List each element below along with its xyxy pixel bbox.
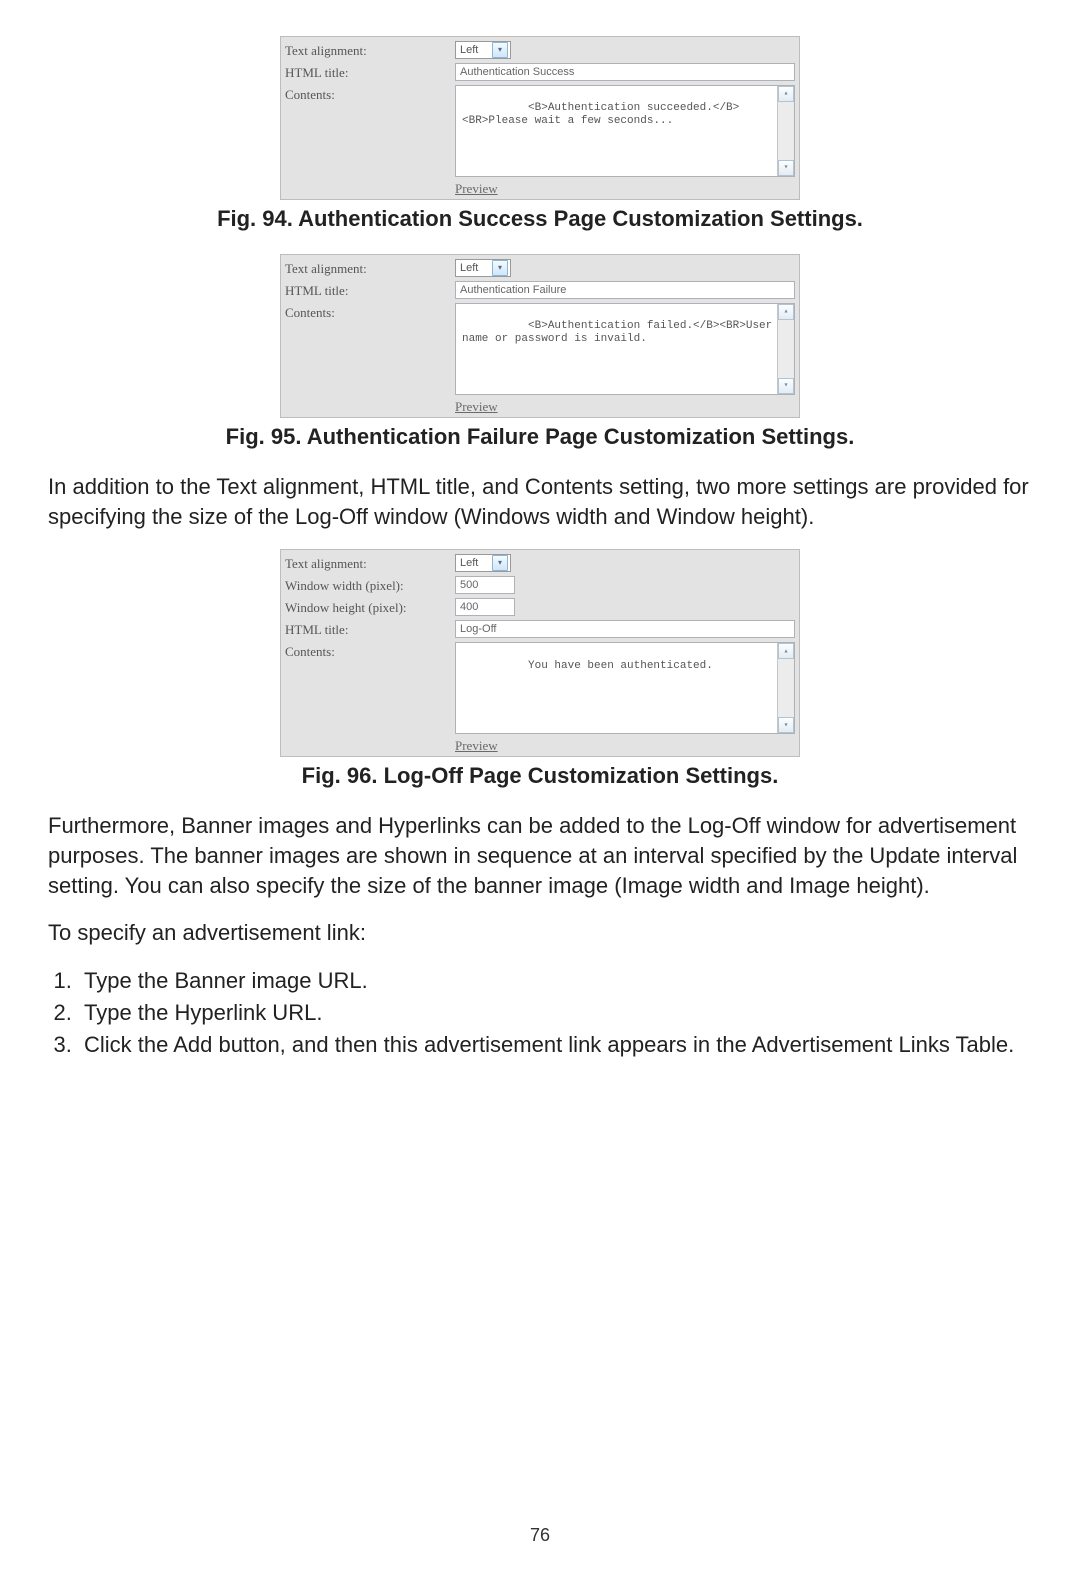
label-text-alignment: Text alignment: bbox=[285, 554, 455, 572]
contents-textarea[interactable]: <B>Authentication succeeded.</B><BR>Plea… bbox=[455, 85, 795, 177]
row-contents: Contents: You have been authenticated. ▴… bbox=[285, 642, 795, 734]
text-alignment-select[interactable]: Left ▾ bbox=[455, 259, 511, 277]
scroll-up-button[interactable]: ▴ bbox=[778, 643, 794, 659]
document-page: Text alignment: Left ▾ HTML title: Authe… bbox=[0, 0, 1080, 1570]
row-text-alignment: Text alignment: Left ▾ bbox=[285, 554, 795, 572]
label-html-title: HTML title: bbox=[285, 620, 455, 638]
chevron-down-icon: ▾ bbox=[492, 260, 508, 276]
html-title-input[interactable]: Authentication Success bbox=[455, 63, 795, 81]
paragraph-banner: Furthermore, Banner images and Hyperlink… bbox=[48, 811, 1032, 900]
figure-caption-95: Fig. 95. Authentication Failure Page Cus… bbox=[48, 424, 1032, 450]
preview-row: Preview bbox=[285, 738, 795, 754]
row-text-alignment: Text alignment: Left ▾ bbox=[285, 41, 795, 59]
row-window-width: Window width (pixel): 500 bbox=[285, 576, 795, 594]
label-text-alignment: Text alignment: bbox=[285, 41, 455, 59]
scroll-up-button[interactable]: ▴ bbox=[778, 304, 794, 320]
window-width-input[interactable]: 500 bbox=[455, 576, 515, 594]
page-number: 76 bbox=[0, 1525, 1080, 1546]
label-window-height: Window height (pixel): bbox=[285, 598, 455, 616]
contents-textarea[interactable]: You have been authenticated. ▴ ▾ bbox=[455, 642, 795, 734]
row-html-title: HTML title: Authentication Success bbox=[285, 63, 795, 81]
scroll-up-button[interactable]: ▴ bbox=[778, 86, 794, 102]
label-contents: Contents: bbox=[285, 85, 455, 103]
paragraph-ad-link-heading: To specify an advertisement link: bbox=[48, 918, 1032, 948]
ad-link-steps: Type the Banner image URL. Type the Hype… bbox=[48, 966, 1032, 1059]
auth-failure-settings-box: Text alignment: Left ▾ HTML title: Authe… bbox=[280, 254, 800, 418]
contents-text: <B>Authentication failed.</B><BR>User na… bbox=[462, 320, 779, 345]
text-alignment-select[interactable]: Left ▾ bbox=[455, 41, 511, 59]
label-window-width: Window width (pixel): bbox=[285, 576, 455, 594]
figure-caption-96: Fig. 96. Log-Off Page Customization Sett… bbox=[48, 763, 1032, 789]
step-3: Click the Add button, and then this adve… bbox=[78, 1030, 1032, 1060]
row-contents: Contents: <B>Authentication failed.</B><… bbox=[285, 303, 795, 395]
scroll-down-button[interactable]: ▾ bbox=[778, 378, 794, 394]
chevron-down-icon: ▾ bbox=[492, 42, 508, 58]
step-2: Type the Hyperlink URL. bbox=[78, 998, 1032, 1028]
figure-caption-94: Fig. 94. Authentication Success Page Cus… bbox=[48, 206, 1032, 232]
label-text-alignment: Text alignment: bbox=[285, 259, 455, 277]
logoff-settings-box: Text alignment: Left ▾ Window width (pix… bbox=[280, 549, 800, 757]
scroll-down-button[interactable]: ▾ bbox=[778, 717, 794, 733]
row-html-title: HTML title: Authentication Failure bbox=[285, 281, 795, 299]
contents-text: <B>Authentication succeeded.</B><BR>Plea… bbox=[462, 102, 739, 127]
row-html-title: HTML title: Log-Off bbox=[285, 620, 795, 638]
text-alignment-value: Left bbox=[460, 44, 478, 56]
chevron-down-icon: ▾ bbox=[492, 555, 508, 571]
label-html-title: HTML title: bbox=[285, 281, 455, 299]
scroll-down-button[interactable]: ▾ bbox=[778, 160, 794, 176]
html-title-input[interactable]: Authentication Failure bbox=[455, 281, 795, 299]
preview-row: Preview bbox=[285, 181, 795, 197]
window-height-input[interactable]: 400 bbox=[455, 598, 515, 616]
contents-text: You have been authenticated. bbox=[528, 660, 713, 672]
preview-link[interactable]: Preview bbox=[455, 738, 498, 753]
preview-link[interactable]: Preview bbox=[455, 181, 498, 196]
row-text-alignment: Text alignment: Left ▾ bbox=[285, 259, 795, 277]
row-window-height: Window height (pixel): 400 bbox=[285, 598, 795, 616]
preview-row: Preview bbox=[285, 399, 795, 415]
html-title-input[interactable]: Log-Off bbox=[455, 620, 795, 638]
auth-success-settings-box: Text alignment: Left ▾ HTML title: Authe… bbox=[280, 36, 800, 200]
text-alignment-select[interactable]: Left ▾ bbox=[455, 554, 511, 572]
preview-link[interactable]: Preview bbox=[455, 399, 498, 414]
row-contents: Contents: <B>Authentication succeeded.</… bbox=[285, 85, 795, 177]
text-alignment-value: Left bbox=[460, 557, 478, 569]
text-alignment-value: Left bbox=[460, 262, 478, 274]
paragraph-logoff-size: In addition to the Text alignment, HTML … bbox=[48, 472, 1032, 531]
step-1: Type the Banner image URL. bbox=[78, 966, 1032, 996]
label-contents: Contents: bbox=[285, 642, 455, 660]
label-contents: Contents: bbox=[285, 303, 455, 321]
contents-textarea[interactable]: <B>Authentication failed.</B><BR>User na… bbox=[455, 303, 795, 395]
label-html-title: HTML title: bbox=[285, 63, 455, 81]
